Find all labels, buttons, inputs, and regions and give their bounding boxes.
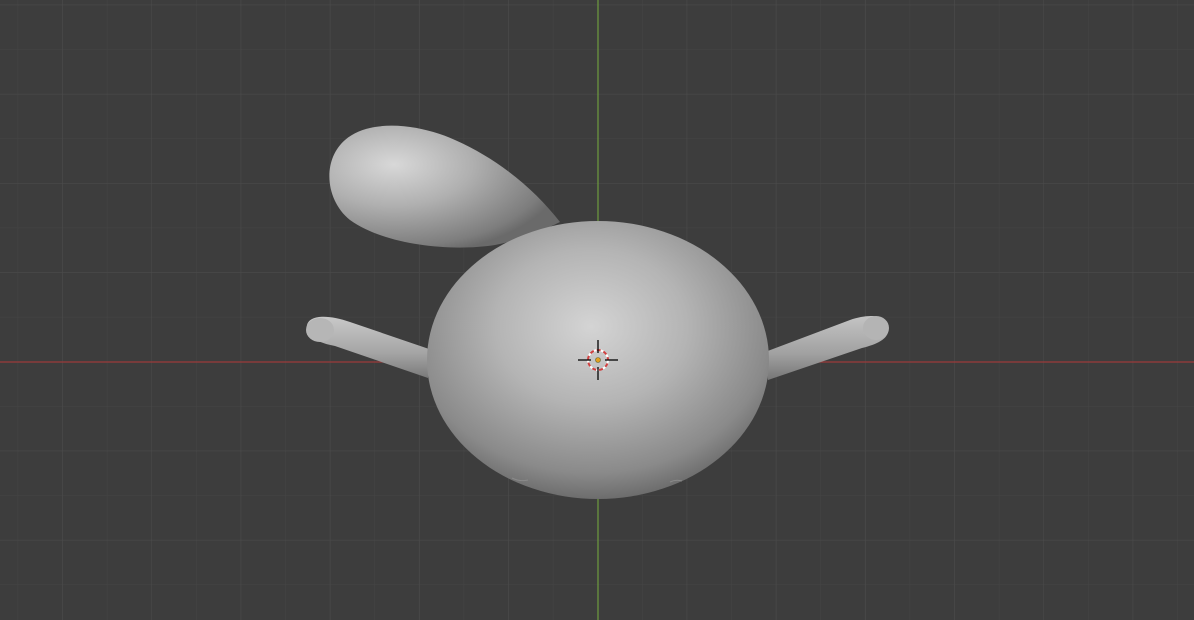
viewport-canvas[interactable]: [0, 0, 1194, 620]
3d-viewport[interactable]: [0, 0, 1194, 620]
